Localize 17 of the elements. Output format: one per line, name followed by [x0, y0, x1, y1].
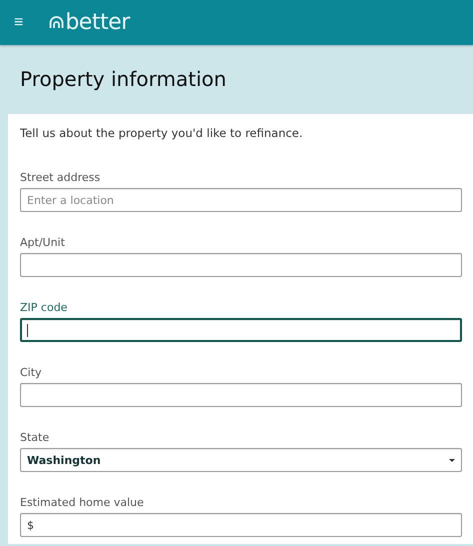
- input-field[interactable]: [20, 383, 462, 407]
- field-label: State: [20, 431, 50, 445]
- input-field[interactable]: $: [20, 513, 462, 537]
- page-title: Property information: [20, 67, 228, 91]
- field-label: ZIP code: [20, 301, 68, 315]
- input-field[interactable]: [20, 318, 462, 342]
- logo-text: better: [65, 10, 130, 35]
- field-label: Estimated home value: [20, 496, 145, 510]
- caret-icon: [449, 458, 455, 462]
- field-label: City: [20, 366, 43, 380]
- field-label: Street address: [20, 171, 102, 185]
- input-field[interactable]: [20, 253, 462, 277]
- state-dropdown[interactable]: Washington: [20, 448, 462, 472]
- house-logo-icon: [49, 16, 64, 29]
- intro-text: Tell us about the property you'd like to refinance.: [20, 126, 304, 140]
- field-label: Apt/Unit: [20, 236, 66, 250]
- input-field[interactable]: Enter a location: [20, 188, 462, 212]
